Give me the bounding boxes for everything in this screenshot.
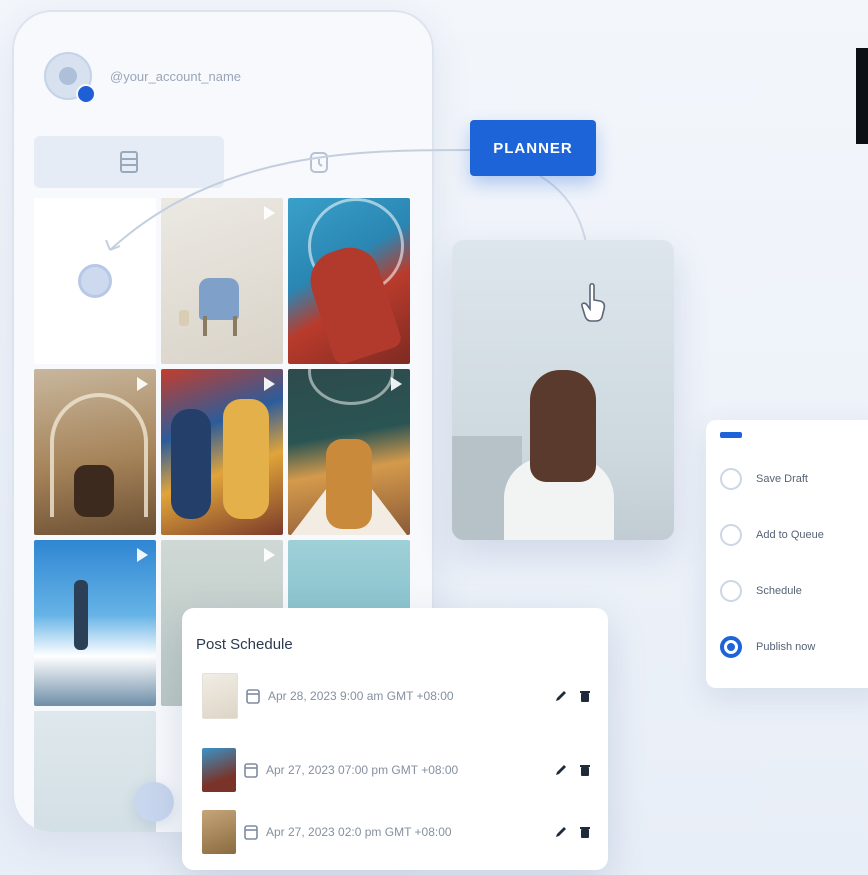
publish-options-panel: Save Draft Add to Queue Schedule Publish… [706, 420, 868, 688]
schedule-datetime: Apr 27, 2023 07:00 pm GMT +08:00 [266, 763, 459, 777]
post-thumbnail [202, 748, 236, 792]
schedule-datetime: Apr 27, 2023 02:0 pm GMT +08:00 [266, 825, 452, 839]
dark-device-edge [856, 48, 868, 144]
option-schedule[interactable]: Schedule [720, 574, 802, 608]
schedule-row[interactable]: Apr 27, 2023 07:00 pm GMT +08:00 [202, 746, 592, 794]
grid-icon [120, 151, 138, 173]
schedule-row[interactable]: Apr 27, 2023 02:0 pm GMT +08:00 [202, 808, 592, 856]
floating-action-dot[interactable] [134, 782, 174, 822]
grid-post[interactable] [288, 198, 410, 364]
account-handle: @your_account_name [110, 68, 241, 84]
row-actions [554, 689, 592, 703]
post-thumbnail [202, 810, 236, 854]
app-canvas: @your_account_name PLANNER Save Draft Ad… [0, 0, 868, 875]
play-icon [137, 548, 148, 562]
profile-header: @your_account_name [44, 52, 241, 104]
trash-icon[interactable] [578, 825, 592, 839]
play-icon [137, 377, 148, 391]
grid-post[interactable] [34, 369, 156, 535]
option-publish-now[interactable]: Publish now [720, 630, 815, 664]
play-icon [264, 206, 275, 220]
tab-grid[interactable] [34, 136, 224, 188]
radio-button-selected[interactable] [720, 636, 742, 658]
radio-button[interactable] [720, 524, 742, 546]
post-schedule-title: Post Schedule [196, 636, 293, 653]
row-actions [554, 825, 592, 839]
calendar-icon [244, 763, 258, 778]
option-save-draft[interactable]: Save Draft [720, 462, 808, 496]
option-label: Add to Queue [756, 529, 824, 541]
trash-icon[interactable] [578, 689, 592, 703]
option-add-to-queue[interactable]: Add to Queue [720, 518, 824, 552]
grid-post[interactable] [34, 540, 156, 706]
hand-pointer-icon [581, 282, 606, 322]
option-label: Save Draft [756, 473, 808, 485]
calendar-icon [246, 689, 260, 704]
pencil-icon[interactable] [554, 689, 568, 703]
grid-post[interactable] [34, 711, 156, 832]
row-actions [554, 763, 592, 777]
option-label: Publish now [756, 641, 816, 653]
pencil-icon[interactable] [554, 763, 568, 777]
post-schedule-card: Post Schedule Apr 28, 2023 9:00 am GMT +… [182, 608, 608, 870]
calendar-icon [244, 825, 258, 840]
play-icon [391, 377, 402, 391]
radio-button[interactable] [720, 468, 742, 490]
radio-dot [727, 643, 735, 651]
add-post-icon[interactable] [78, 264, 112, 298]
add-badge-icon[interactable] [76, 84, 96, 104]
planner-button[interactable]: PLANNER [470, 120, 596, 176]
schedule-row[interactable]: Apr 28, 2023 9:00 am GMT +08:00 [202, 672, 592, 720]
play-icon [264, 377, 275, 391]
radio-button[interactable] [720, 580, 742, 602]
preview-photo[interactable] [452, 240, 674, 540]
schedule-datetime: Apr 28, 2023 9:00 am GMT +08:00 [268, 689, 454, 703]
grid-post[interactable] [288, 369, 410, 535]
view-tabs [34, 136, 414, 188]
avatar[interactable] [44, 52, 96, 104]
grid-post[interactable] [161, 198, 283, 364]
trash-icon[interactable] [578, 763, 592, 777]
avatar-image [59, 67, 77, 85]
play-icon [264, 548, 275, 562]
grid-slot-empty[interactable] [34, 198, 156, 364]
pencil-icon[interactable] [554, 825, 568, 839]
post-thumbnail [202, 673, 238, 719]
tab-schedule[interactable] [224, 136, 414, 188]
option-label: Schedule [756, 585, 802, 597]
panel-tag [720, 432, 742, 438]
grid-post[interactable] [161, 369, 283, 535]
calendar-clock-icon [310, 152, 328, 173]
